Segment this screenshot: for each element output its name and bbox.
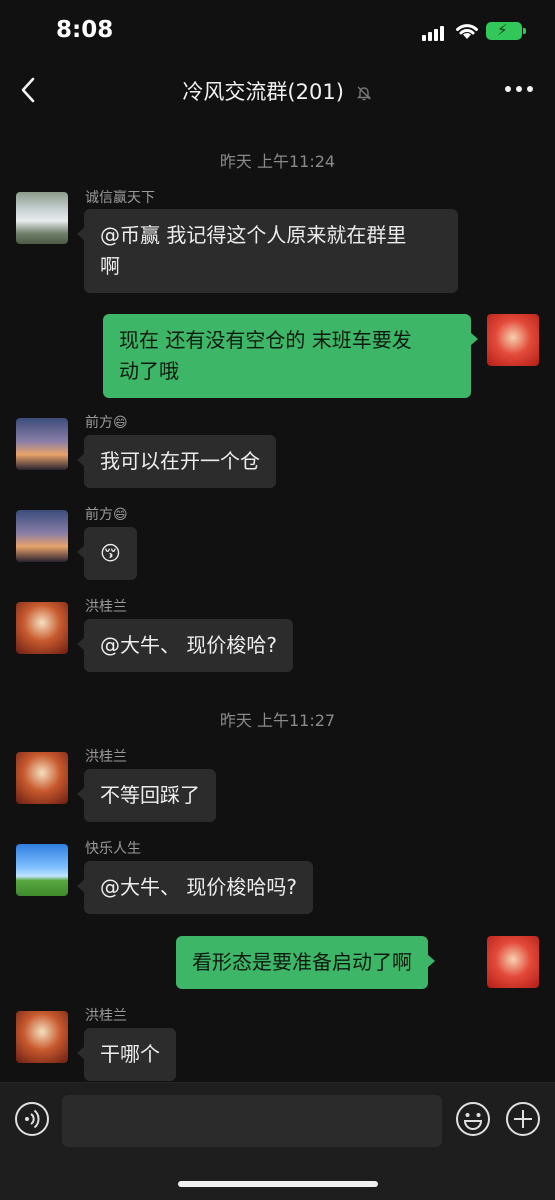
message-bubble[interactable]: 😚 bbox=[77, 527, 137, 580]
message-input[interactable] bbox=[62, 1095, 442, 1147]
message-bubble[interactable]: @大牛、 现价梭哈? bbox=[77, 619, 293, 672]
sender-name: 洪桂兰 bbox=[85, 599, 127, 615]
more-dots-icon[interactable] bbox=[505, 86, 533, 94]
bell-slash-icon bbox=[356, 86, 371, 101]
message-text: 不等回踩了 bbox=[100, 783, 200, 807]
sender-name: 诚信赢天下 bbox=[85, 190, 155, 206]
message-text: 看形态是要准备启动了啊 bbox=[192, 950, 412, 974]
message-bubble[interactable]: 不等回踩了 bbox=[77, 769, 216, 822]
plus-icon[interactable] bbox=[505, 1101, 541, 1137]
message-bubble[interactable]: @大牛、 现价梭哈吗? bbox=[77, 861, 313, 914]
message-list[interactable]: 昨天 上午11:24 诚信赢天下 @币赢 我记得这个人原来就在群里 啊 现在 还… bbox=[0, 120, 555, 1082]
nav-bar: 冷风交流群(201) bbox=[0, 60, 555, 120]
message-text: @大牛、 现价梭哈吗? bbox=[100, 875, 297, 899]
message-bubble[interactable]: 干哪个 bbox=[77, 1028, 176, 1081]
message-text-line: 啊 bbox=[100, 254, 120, 278]
home-indicator bbox=[178, 1181, 378, 1187]
avatar[interactable] bbox=[16, 602, 68, 654]
chat-title: 冷风交流群(201) bbox=[182, 80, 344, 104]
sender-name: 洪桂兰 bbox=[85, 1008, 127, 1024]
voice-icon[interactable] bbox=[14, 1101, 50, 1137]
message-text: 我可以在开一个仓 bbox=[100, 449, 260, 473]
own-avatar[interactable] bbox=[487, 936, 539, 988]
timestamp-separator: 昨天 上午11:27 bbox=[219, 711, 336, 730]
message-bubble[interactable]: 看形态是要准备启动了啊 bbox=[176, 936, 435, 989]
avatar[interactable] bbox=[16, 1011, 68, 1063]
chat-title-wrap: 冷风交流群(201) bbox=[0, 76, 555, 106]
sender-name: 洪桂兰 bbox=[85, 749, 127, 765]
message-emoji: 😚 bbox=[100, 541, 121, 565]
battery-charging-icon: ⚡ bbox=[486, 21, 526, 40]
own-avatar[interactable] bbox=[487, 314, 539, 366]
message-bubble[interactable]: 我可以在开一个仓 bbox=[77, 435, 276, 488]
emoji-icon[interactable] bbox=[455, 1101, 491, 1137]
message-bubble[interactable]: @币赢 我记得这个人原来就在群里 啊 bbox=[77, 209, 458, 293]
message-text-line: 动了哦 bbox=[119, 359, 179, 383]
avatar[interactable] bbox=[16, 510, 68, 562]
sender-name: 前方😄 bbox=[85, 415, 128, 431]
sender-name: 快乐人生 bbox=[85, 841, 141, 857]
status-time: 8:08 bbox=[56, 17, 114, 43]
wifi-icon bbox=[456, 24, 478, 39]
status-bar: 8:08 ⚡ bbox=[0, 0, 555, 60]
sender-name: 前方😄 bbox=[85, 507, 128, 523]
avatar[interactable] bbox=[16, 192, 68, 244]
message-text: 干哪个 bbox=[100, 1042, 160, 1066]
timestamp-separator: 昨天 上午11:24 bbox=[219, 152, 336, 171]
message-text: @大牛、 现价梭哈? bbox=[100, 633, 277, 657]
avatar[interactable] bbox=[16, 418, 68, 470]
cellular-signal-icon bbox=[422, 25, 444, 41]
avatar[interactable] bbox=[16, 752, 68, 804]
avatar[interactable] bbox=[16, 844, 68, 896]
message-text-line: 现在 还有没有空仓的 末班车要发 bbox=[119, 328, 412, 352]
message-bubble[interactable]: 现在 还有没有空仓的 末班车要发 动了哦 bbox=[103, 314, 478, 398]
message-text-line: @币赢 我记得这个人原来就在群里 bbox=[100, 223, 407, 247]
